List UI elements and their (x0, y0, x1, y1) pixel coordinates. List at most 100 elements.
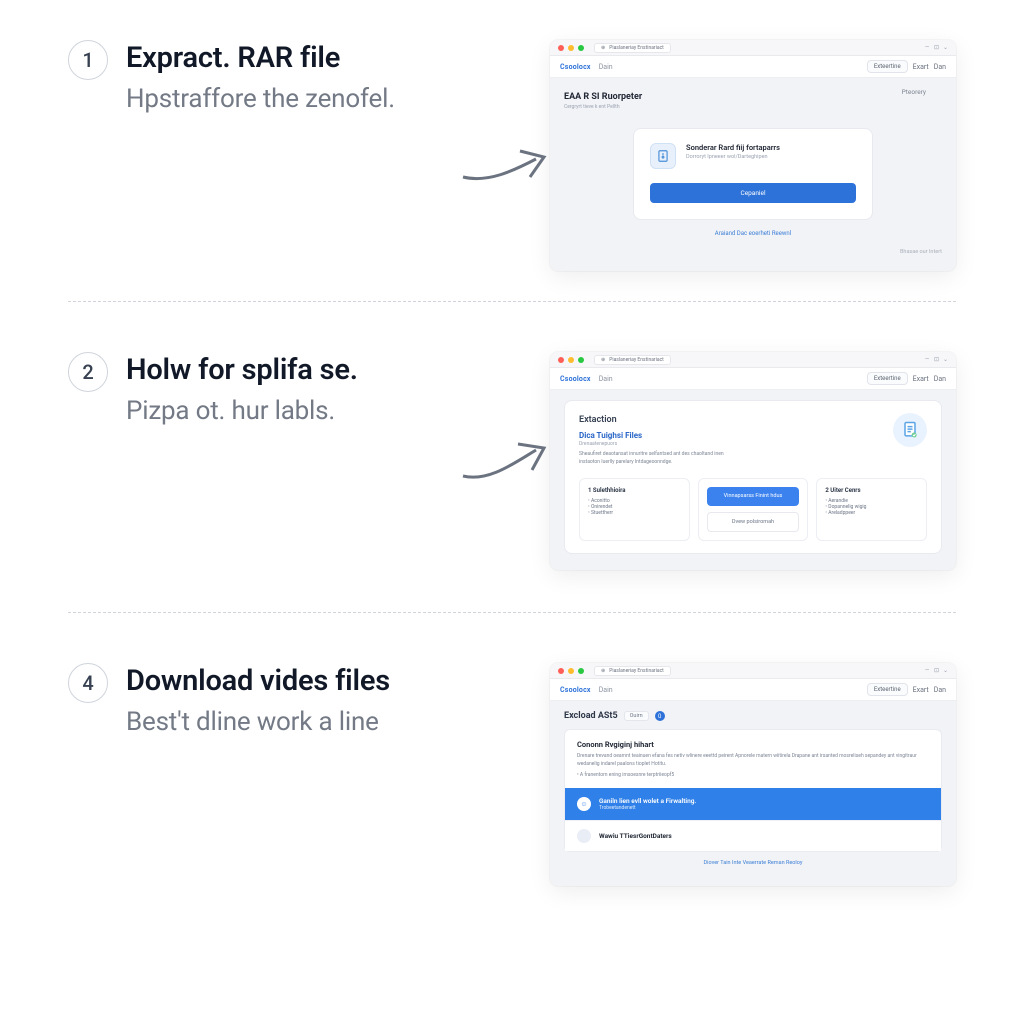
window-titlebar: ⊕ Piaslaneriay Enstinariact ⌔ ⊡ ⌄ (550, 663, 956, 679)
avatar-icon: ☺ (577, 797, 591, 811)
page-subtitle: Cergryrt tieve k ent Pellth (564, 104, 942, 110)
window-titlebar: ⊕ Piaslaneriay Enstinariact ⌔ ⊡ ⌄ (550, 40, 956, 56)
window-control-icon[interactable]: ⌔ (924, 356, 930, 364)
nav-link[interactable]: Exart (913, 686, 929, 694)
minimize-icon[interactable] (568, 668, 574, 674)
document-icon (893, 413, 927, 447)
browser-tab[interactable]: ⊕ Piaslaneriay Enstinariact (594, 355, 671, 365)
brand-logo[interactable]: Csoolocx (560, 375, 591, 383)
card-title: Sonderar Rard fiij fortaparrs (686, 143, 780, 152)
nav-link[interactable]: Dan (934, 63, 946, 71)
browser-mock-4: ⊕ Piaslaneriay Enstinariact ⌔ ⊡ ⌄ Csoolo… (550, 663, 956, 886)
step-2-title: Holw for splifa se. (126, 352, 358, 388)
maximize-icon[interactable] (578, 45, 584, 51)
card-heading: Extaction (579, 415, 927, 425)
browser-tab[interactable]: ⊕ Piaslaneriay Enstinariact (594, 666, 671, 676)
list-row[interactable]: Wawiu TTiesrGontDaters (565, 820, 941, 851)
step-number-1: 1 (68, 40, 108, 80)
window-titlebar: ⊕ Piaslaneriay Enstinariact ⌔ ⊡ ⌄ (550, 352, 956, 368)
download-card: Cononn Rvgiginj hihart Drenare trevand o… (564, 729, 942, 852)
nav-link[interactable]: Dan (934, 375, 946, 383)
arrow-icon (458, 430, 558, 490)
primary-button[interactable]: Cepaniel (650, 183, 856, 203)
card-subtitle: Dorroryt Ipneeer wol/Darteghipen (686, 154, 780, 160)
ghost-chip[interactable]: Dvew polsiromah (707, 512, 800, 533)
divider (68, 612, 956, 613)
banner-title: Ganiln lien evll wolet a Firwalting. (599, 797, 696, 805)
top-nav: Csoolocx Dain Exteertine Exart Dan (550, 368, 956, 390)
close-icon[interactable] (558, 45, 564, 51)
nav-link[interactable]: Exart (913, 375, 929, 383)
minimize-icon[interactable] (568, 45, 574, 51)
nav-pill[interactable]: Exteertine (867, 372, 908, 385)
maximize-icon[interactable] (578, 357, 584, 363)
row-title: Wawiu TTiesrGontDaters (599, 832, 672, 840)
nav-link[interactable]: Dan (934, 686, 946, 694)
avatar-icon (577, 829, 591, 843)
top-nav: Csoolocx Dain Exteertine Exart Dan (550, 56, 956, 78)
globe-icon: ⊕ (601, 357, 605, 363)
nav-item[interactable]: Dain (599, 63, 613, 71)
nav-link[interactable]: Exart (913, 63, 929, 71)
arrow-icon (458, 135, 558, 195)
status-badge: Ouirn (624, 711, 649, 721)
brand-logo[interactable]: Csoolocx (560, 63, 591, 71)
step-1-title: Expract. RAR file (126, 40, 395, 76)
card-heading: Cononn Rvgiginj hihart (577, 740, 929, 749)
upload-card: Sonderar Rard fiij fortaparrs Dorroryt I… (633, 128, 873, 220)
page-title: Excload ASt5 (564, 711, 618, 721)
browser-tab-label: Piaslaneriay Enstinariact (609, 357, 664, 363)
chevron-down-icon[interactable]: ⌄ (943, 667, 948, 675)
step-4: 4 Download vides files Best't dline work… (68, 663, 956, 916)
card-body-text: Drenare trevand oeamnt teainuen efana fe… (577, 753, 929, 768)
window-control-icon[interactable]: ⊡ (934, 356, 939, 364)
secondary-link[interactable]: Araiand Dac eoerheti Reewnl (564, 230, 942, 237)
browser-tab-label: Piaslaneriay Enstinariact (609, 45, 664, 51)
step-number-2: 2 (68, 352, 108, 392)
step-4-subtitle: Best't dline work a line (126, 707, 390, 737)
close-icon[interactable] (558, 357, 564, 363)
maximize-icon[interactable] (578, 668, 584, 674)
browser-mock-1: ⊕ Piaslaneriay Enstinariact ⌔ ⊡ ⌄ Csoolo… (550, 40, 956, 271)
close-icon[interactable] (558, 668, 564, 674)
chevron-down-icon[interactable]: ⌄ (943, 44, 948, 52)
file-archive-icon (650, 143, 676, 169)
footer-link[interactable]: Diover Tain Inte Veaerrate Reman Reoloy (564, 852, 942, 870)
divider (68, 301, 956, 302)
browser-tab-label: Piaslaneriay Enstinariact (609, 668, 664, 674)
card-description: Sheaufiret deaotansat innuritre selfants… (579, 451, 789, 466)
minimize-icon[interactable] (568, 357, 574, 363)
footer-text: Bhasae our Intert (564, 249, 942, 255)
cta-chip[interactable]: Vinnapsarss Finint hdus (707, 487, 800, 506)
window-control-icon[interactable]: ⊡ (934, 44, 939, 52)
globe-icon: ⊕ (601, 668, 605, 674)
page-title: EAA R SI Ruorpeter (564, 92, 942, 102)
nav-item[interactable]: Dain (599, 375, 613, 383)
window-control-icon[interactable]: ⌔ (924, 667, 930, 675)
browser-mock-2: ⊕ Piaslaneriay Enstinariact ⌔ ⊡ ⌄ Csoolo… (550, 352, 956, 570)
card-meta: Drenaatenepuors (579, 441, 927, 447)
list-item: Areladppeer (825, 510, 918, 516)
highlight-banner[interactable]: ☺ Ganiln lien evll wolet a Firwalting. T… (565, 788, 941, 820)
option-box-title: 1 Sulethhioira (588, 487, 681, 494)
step-1: 1 Expract. RAR file Hpstraffore the zeno… (68, 40, 956, 301)
card-subheading: Dica Tuighsi Files (579, 431, 927, 440)
brand-logo[interactable]: Csoolocx (560, 686, 591, 694)
step-2-subtitle: Pizpa ot. hur labls. (126, 396, 358, 426)
option-box-1[interactable]: 1 Sulethhioira Aconitto Onirendet Stuett… (579, 478, 690, 541)
chevron-down-icon[interactable]: ⌄ (943, 356, 948, 364)
window-control-icon[interactable]: ⊡ (934, 667, 939, 675)
nav-pill[interactable]: Exteertine (867, 60, 908, 73)
step-1-subtitle: Hpstraffore the zenofel. (126, 84, 395, 114)
window-control-icon[interactable]: ⌔ (924, 44, 930, 52)
step-2: 2 Holw for splifa se. Pizpa ot. hur labl… (68, 352, 956, 612)
nav-pill[interactable]: Exteertine (867, 683, 908, 696)
option-box-3[interactable]: 2 Uiter Cenrs Aerandie Dopannelig wigig … (816, 478, 927, 541)
browser-tab[interactable]: ⊕ Piaslaneriay Enstinariact (594, 43, 671, 53)
section-label: Pteorery (902, 88, 926, 96)
banner-subtitle: Trobeetandenett (599, 805, 696, 811)
count-badge: 0 (655, 711, 665, 721)
option-box-title: 2 Uiter Cenrs (825, 487, 918, 494)
step-number-4: 4 (68, 663, 108, 703)
nav-item[interactable]: Dain (599, 686, 613, 694)
